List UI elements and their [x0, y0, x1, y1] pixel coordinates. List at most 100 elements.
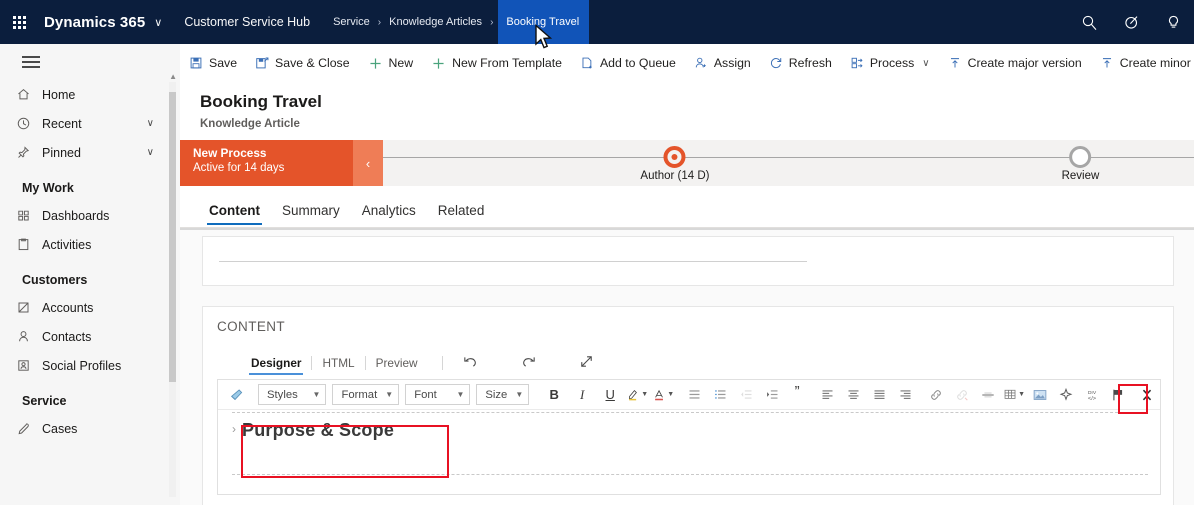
- editor-tab-preview[interactable]: Preview: [366, 356, 428, 370]
- refresh-button[interactable]: Refresh: [760, 44, 841, 82]
- insert-image-icon[interactable]: [1027, 383, 1053, 407]
- empty-field-underline[interactable]: [219, 261, 807, 262]
- size-dropdown[interactable]: Size ▼: [476, 384, 530, 405]
- process-button[interactable]: Process ∨: [841, 44, 939, 82]
- align-left-icon[interactable]: [814, 383, 840, 407]
- editor-canvas[interactable]: › Purpose & Scope: [218, 410, 1160, 494]
- filter-icon[interactable]: [1110, 0, 1152, 44]
- sidebar-item-recent[interactable]: Recent ∨: [0, 109, 180, 138]
- blockquote-icon[interactable]: ”: [785, 380, 809, 409]
- bold-icon[interactable]: B: [540, 383, 568, 407]
- tab-summary[interactable]: Summary: [273, 203, 349, 227]
- assign-button[interactable]: Assign: [685, 44, 760, 82]
- scroll-up-icon[interactable]: ▲: [169, 72, 177, 81]
- create-minor-version-button[interactable]: Create minor v: [1091, 44, 1194, 82]
- font-color-icon[interactable]: ▼: [650, 383, 676, 407]
- chevron-down-icon[interactable]: ▼: [667, 391, 674, 398]
- minor-version-icon: [1100, 56, 1114, 70]
- insert-link-icon[interactable]: [923, 383, 949, 407]
- horizontal-rule-icon[interactable]: [975, 383, 1001, 407]
- process-stage-review[interactable]: Review: [1062, 140, 1099, 182]
- chevron-right-icon[interactable]: ›: [232, 422, 236, 436]
- collapse-toolbar-icon[interactable]: [1134, 383, 1160, 407]
- case-icon: [16, 421, 42, 436]
- breadcrumb: Service › Knowledge Articles › Booking T…: [330, 0, 590, 44]
- numbered-list-icon[interactable]: [707, 383, 733, 407]
- smart-assist-icon[interactable]: [1053, 383, 1079, 407]
- dropdown-label: Format: [341, 388, 378, 401]
- tab-content[interactable]: Content: [200, 203, 269, 227]
- stage-label: Author (14 D): [640, 170, 709, 182]
- expand-navigation-button[interactable]: [0, 44, 180, 80]
- save-and-close-button[interactable]: Save & Close: [246, 44, 359, 82]
- sidebar-item-accounts[interactable]: Accounts: [0, 293, 180, 322]
- tab-related[interactable]: Related: [429, 203, 494, 227]
- process-stage-summary[interactable]: New Process Active for 14 days: [180, 140, 353, 186]
- source-code-icon[interactable]: DIV </>: [1079, 383, 1105, 407]
- home-icon: [16, 87, 42, 102]
- add-to-queue-button[interactable]: Add to Queue: [571, 44, 685, 82]
- chevron-down-icon[interactable]: ∨: [154, 16, 162, 29]
- chevron-down-icon[interactable]: ∨: [147, 147, 154, 158]
- underline-icon[interactable]: U: [596, 383, 624, 407]
- flag-icon[interactable]: [1105, 383, 1131, 407]
- remove-link-icon[interactable]: [949, 383, 975, 407]
- undo-icon[interactable]: [441, 349, 499, 373]
- sidebar-item-contacts[interactable]: Contacts: [0, 322, 180, 351]
- highlight-color-icon[interactable]: ▼: [624, 383, 650, 407]
- process-collapse-button[interactable]: ‹: [353, 140, 383, 186]
- command-bar: Save Save & Close New New From Template: [180, 44, 1194, 83]
- command-label: Create major version: [967, 56, 1082, 70]
- align-justify-icon[interactable]: [866, 383, 892, 407]
- hamburger-icon: [22, 57, 40, 67]
- pin-icon: [16, 145, 42, 160]
- font-dropdown[interactable]: Font ▼: [405, 384, 471, 405]
- sidebar-item-cases[interactable]: Cases: [0, 414, 180, 443]
- command-label: Add to Queue: [599, 56, 676, 70]
- create-major-version-button[interactable]: Create major version: [939, 44, 1091, 82]
- process-stage-author[interactable]: Author (14 D): [640, 140, 709, 182]
- dashboard-icon: [16, 208, 42, 223]
- stage-duration: (14 D): [677, 170, 710, 182]
- sidebar-item-label: Accounts: [42, 300, 94, 315]
- sidebar-item-home[interactable]: Home: [0, 80, 180, 109]
- tab-analytics[interactable]: Analytics: [353, 203, 425, 227]
- breadcrumb-item-service[interactable]: Service: [330, 16, 373, 28]
- breadcrumb-item-knowledge-articles[interactable]: Knowledge Articles: [386, 16, 485, 28]
- sidebar-item-dashboards[interactable]: Dashboards: [0, 201, 180, 230]
- stage-name: Author: [640, 170, 675, 182]
- expand-icon[interactable]: [557, 349, 615, 373]
- increase-indent-icon[interactable]: [759, 383, 785, 407]
- search-icon[interactable]: [1068, 0, 1110, 44]
- styles-dropdown[interactable]: Styles ▼: [258, 384, 327, 405]
- save-button[interactable]: Save: [180, 44, 246, 82]
- format-painter-icon[interactable]: [224, 383, 250, 407]
- insert-table-icon[interactable]: ▼: [1001, 383, 1027, 407]
- business-process-flow: New Process Active for 14 days ‹ Author …: [180, 140, 1194, 187]
- decrease-indent-icon[interactable]: [733, 383, 759, 407]
- editor-tab-designer[interactable]: Designer: [241, 356, 311, 375]
- italic-icon[interactable]: I: [568, 383, 596, 407]
- sidebar-item-activities[interactable]: Activities: [0, 230, 180, 259]
- sidebar-scrollbar[interactable]: [169, 82, 176, 497]
- new-button[interactable]: New: [359, 44, 423, 82]
- chevron-down-icon[interactable]: ∨: [922, 58, 929, 69]
- new-from-template-button[interactable]: New From Template: [422, 44, 571, 82]
- sidebar-item-pinned[interactable]: Pinned ∨: [0, 138, 180, 167]
- sidebar-item-social-profiles[interactable]: Social Profiles: [0, 351, 180, 380]
- bulleted-list-icon[interactable]: [681, 383, 707, 407]
- lightbulb-icon[interactable]: [1152, 0, 1194, 44]
- article-heading-block[interactable]: › Purpose & Scope: [232, 420, 394, 441]
- align-right-icon[interactable]: [892, 383, 918, 407]
- format-dropdown[interactable]: Format ▼: [332, 384, 400, 405]
- chevron-down-icon[interactable]: ∨: [147, 118, 154, 129]
- editor-tab-html[interactable]: HTML: [312, 356, 364, 370]
- chevron-down-icon[interactable]: ▼: [641, 391, 648, 398]
- breadcrumb-item-booking-travel[interactable]: Booking Travel: [498, 0, 590, 44]
- align-center-icon[interactable]: [840, 383, 866, 407]
- chevron-down-icon[interactable]: ▼: [1018, 391, 1025, 398]
- command-label: Assign: [713, 56, 751, 70]
- app-launcher-button[interactable]: [0, 15, 38, 29]
- sidebar-scrollbar-thumb[interactable]: [169, 92, 176, 382]
- redo-icon[interactable]: [499, 349, 557, 373]
